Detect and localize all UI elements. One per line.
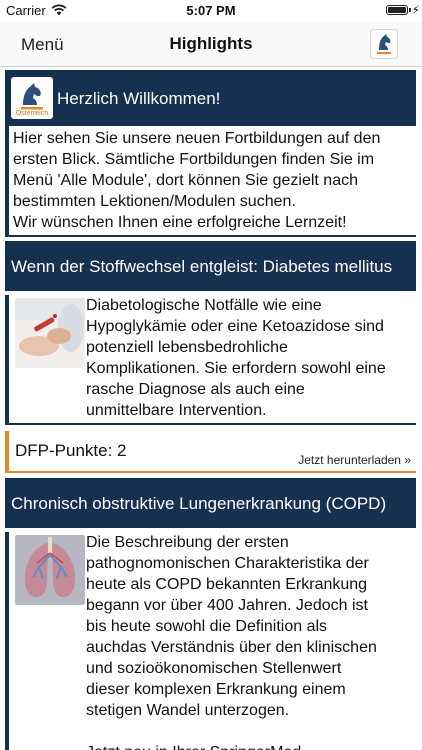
module-text-line: Jetzt neu in Ihrer SpringerMed — [86, 742, 377, 750]
dfp-points-label: DFP-Punkte: 2 — [15, 441, 127, 460]
module-text-line: und sozioökonomischen Stellenwert — [86, 660, 342, 677]
welcome-line: ersten Blick. Sämtliche Fortbildungen fi… — [13, 151, 375, 168]
module-text-line: dieser komplexen Erkrankung einem — [86, 681, 346, 698]
module-title: Wenn der Stoffwechsel entgleist: Diabete… — [11, 257, 393, 276]
battery-icon — [386, 5, 408, 15]
module-text-line: pathognomonischen Charakteristika der — [86, 555, 369, 572]
module-header-copd[interactable]: Chronisch obstruktive Lungenerkrankung (… — [5, 478, 416, 528]
module-header-diabetes[interactable]: Wenn der Stoffwechsel entgleist: Diabete… — [5, 241, 416, 291]
welcome-line: bestimmten Lektionen/Modulen suchen. — [13, 193, 296, 210]
status-time: 5:07 PM — [186, 3, 236, 18]
module-text-line: heute als COPD bekannten Erkrankung — [86, 576, 368, 593]
dfp-row: DFP-Punkte: 2 Jetzt herunterladen » — [5, 431, 416, 473]
module-text-line: stetigen Wandel unterzogen. — [86, 702, 290, 719]
module-text-line: Komplikationen. Sie erfordern sowohl ein… — [86, 360, 386, 377]
module-text-line: Hypoglykämie oder eine Ketoazidose sind — [86, 318, 384, 335]
module-text-line: unmittelbare Intervention. — [86, 402, 267, 419]
horse-logo-icon — [377, 34, 391, 54]
welcome-line: Hier sehen Sie unsere neuen Fortbildunge… — [13, 130, 381, 147]
module-text-line: bis heute sowohl die Definition als — [86, 618, 328, 635]
welcome-title: Herzlich Willkommen! — [57, 89, 221, 108]
charging-icon: ⚡ — [411, 3, 420, 17]
highlights-list[interactable]: Österreich Herzlich Willkommen! Hier seh… — [0, 67, 422, 750]
page-title: Highlights — [169, 34, 253, 53]
module-text-line: auchdas Verständnis über den klinischen — [86, 639, 377, 656]
welcome-text-box: Hier sehen Sie unsere neuen Fortbildunge… — [5, 126, 416, 237]
module-text-line — [86, 721, 377, 742]
welcome-line: Menü 'Alle Module', dort können Sie gezi… — [13, 172, 358, 189]
module-text-line: potenziell lebensbedrohliche — [86, 339, 288, 356]
diabetes-thumbnail — [15, 298, 85, 368]
lung-thumbnail — [15, 535, 85, 605]
module-card-diabetes[interactable]: Diabetologische Notfälle wie eine Hypogl… — [5, 295, 416, 425]
brand-logo: Österreich — [11, 77, 53, 119]
module-text-line: Die Beschreibung der ersten — [86, 534, 289, 551]
welcome-line: Wir wünschen Ihnen eine erfolgreiche Ler… — [13, 214, 347, 231]
navigation-bar: Menü Highlights — [0, 22, 422, 67]
module-title: Chronisch obstruktive Lungenerkrankung (… — [11, 494, 387, 513]
module-text-line: Diabetologische Notfälle wie eine — [86, 297, 322, 314]
welcome-header: Österreich Herzlich Willkommen! — [5, 70, 416, 126]
logo-caption: Österreich — [15, 110, 49, 117]
module-card-copd[interactable]: Die Beschreibung der ersten pathognomoni… — [5, 532, 416, 750]
status-bar: Carrier 5:07 PM ⚡ — [0, 0, 422, 22]
module-text-line: begann vor über 400 Jahren. Jedoch ist — [86, 597, 368, 614]
download-link[interactable]: Jetzt herunterladen » — [298, 453, 411, 467]
brand-logo-button[interactable] — [370, 29, 398, 59]
module-text-line: rasche Diagnose als auch eine — [86, 381, 305, 398]
